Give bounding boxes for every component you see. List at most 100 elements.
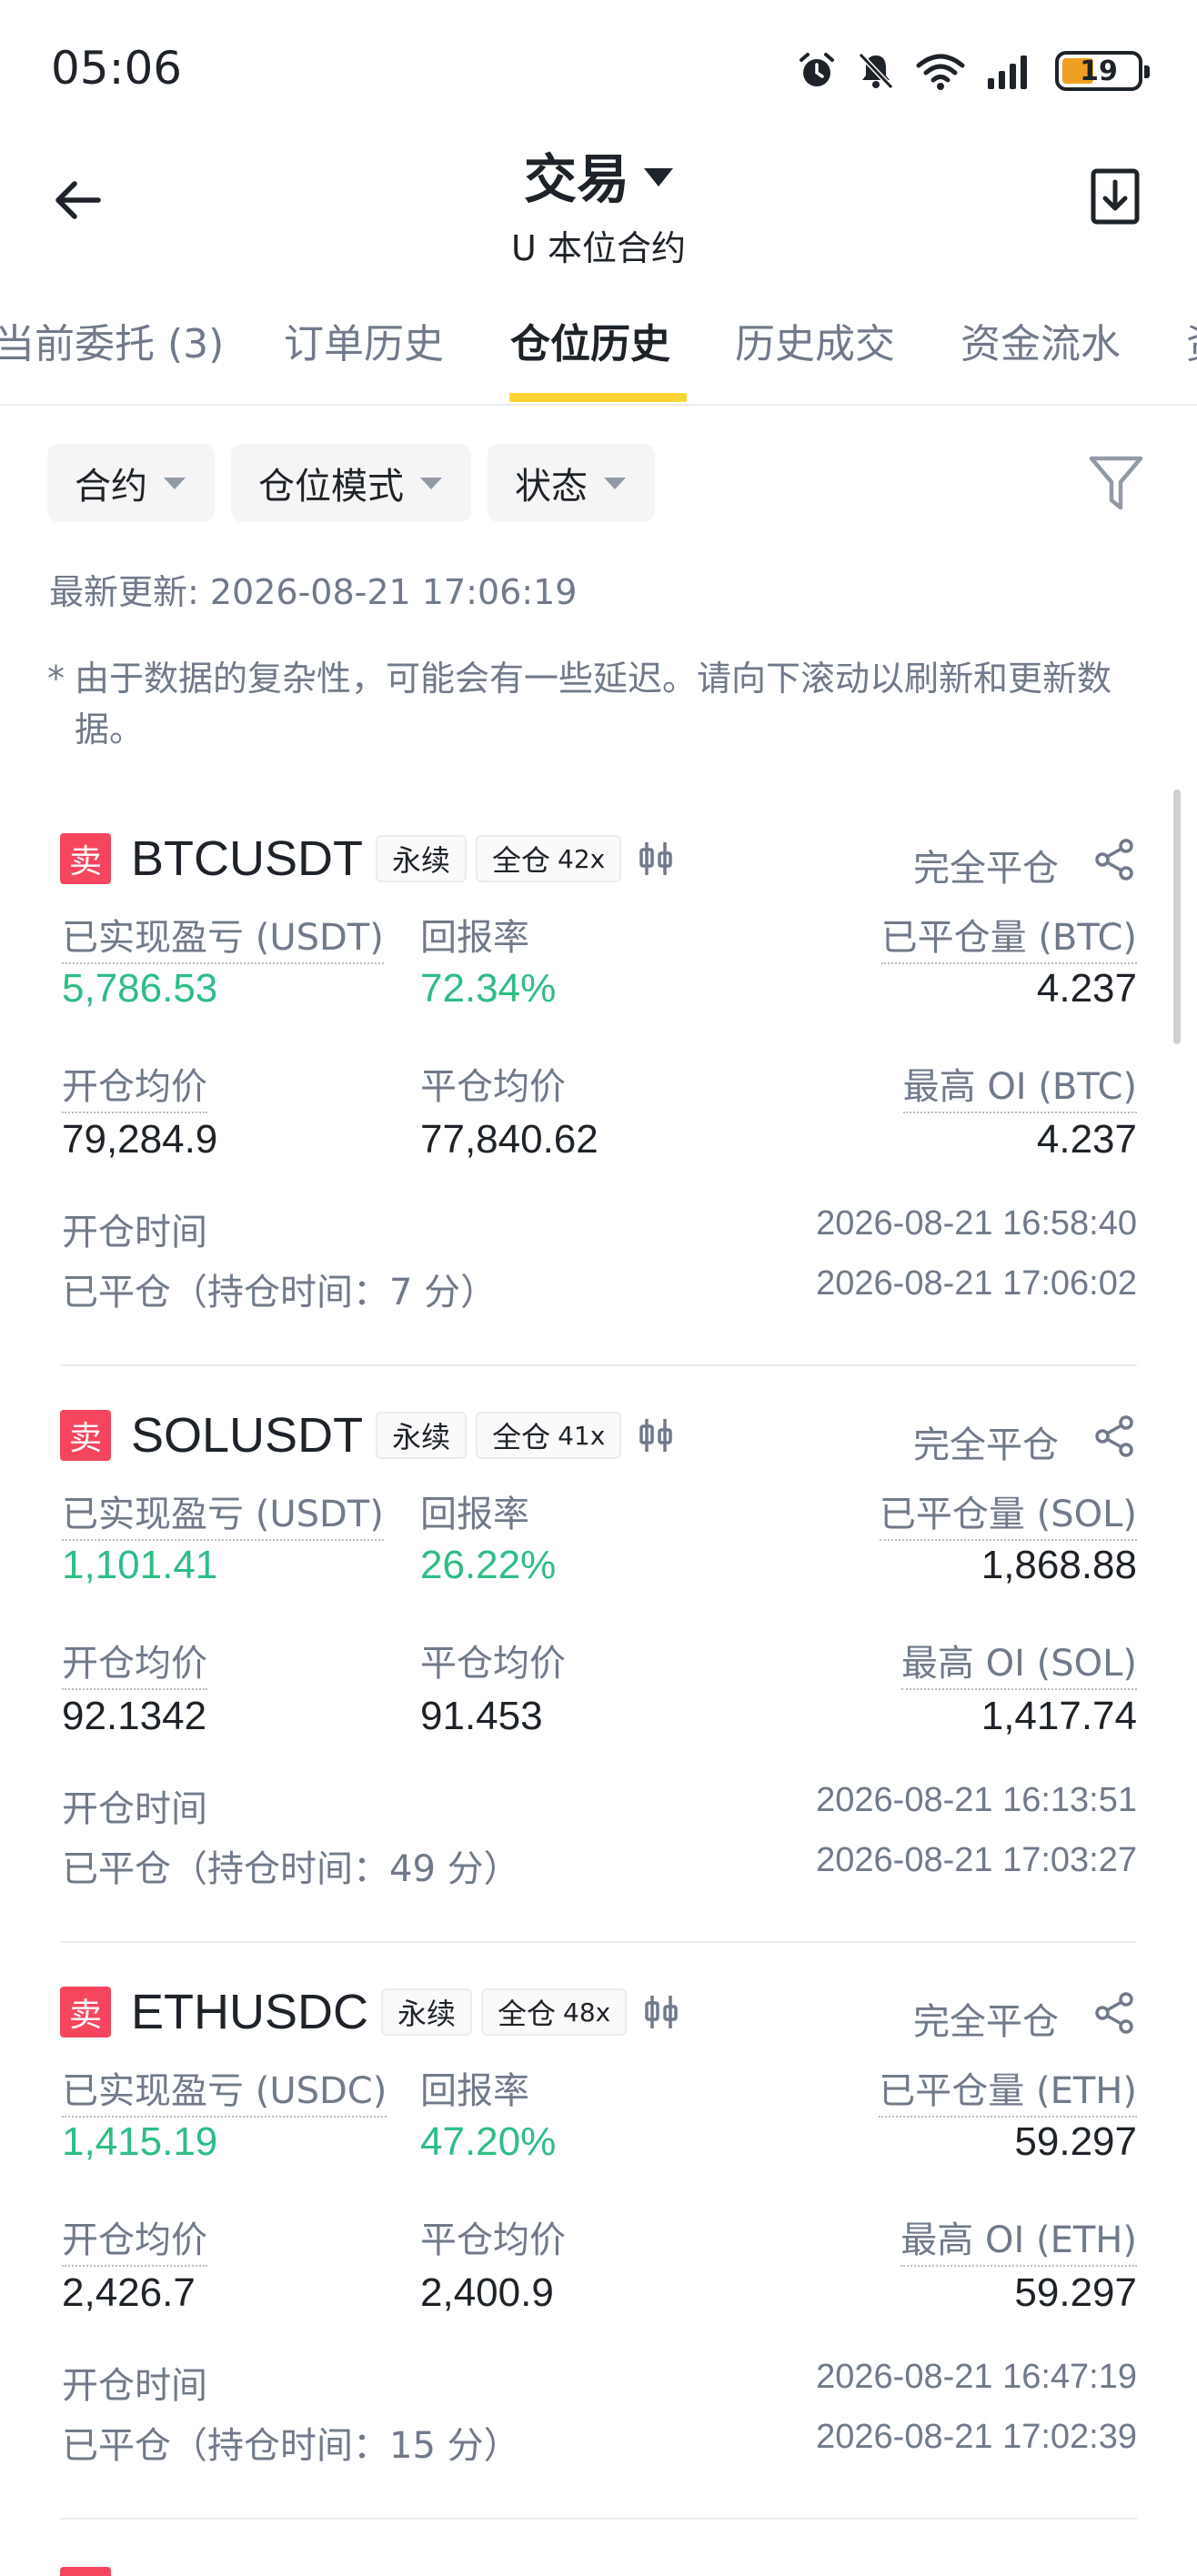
leverage: 48x	[563, 1997, 611, 2028]
closed-duration-label: 已平仓（持仓时间：49 分）	[62, 1848, 520, 1890]
max-oi-value: 1,417.74	[981, 1694, 1137, 1738]
share-icon[interactable]	[1091, 1414, 1137, 1459]
avg-close-price-label: 平仓均价	[420, 1066, 566, 1108]
roi-value: 47.20%	[420, 2119, 557, 2164]
position-status: 完全平仓	[913, 2001, 1059, 2043]
battery-tip	[1144, 65, 1150, 78]
header-title-block[interactable]: 交易 U 本位合约	[0, 136, 1197, 270]
avg-close-price-label: 平仓均价	[420, 2219, 566, 2261]
margin-mode: 全仓	[492, 1420, 551, 1454]
download-icon[interactable]	[1090, 167, 1141, 226]
position-status: 完全平仓	[913, 848, 1059, 890]
roi-label: 回报率	[420, 917, 529, 959]
scrollbar[interactable]	[1173, 790, 1181, 1044]
status-time: 05:06	[51, 42, 183, 95]
closed-duration-label: 已平仓（持仓时间：15 分）	[62, 2425, 520, 2467]
avg-open-price-label[interactable]: 开仓均价	[62, 1057, 207, 1113]
mute-icon	[858, 52, 894, 90]
battery-percent: 19	[1080, 55, 1118, 87]
side-badge: 卖	[60, 1410, 111, 1461]
realized-pnl-value: 1,415.19	[62, 2119, 218, 2164]
tab-open-orders[interactable]: 当前委托 (3)	[0, 311, 224, 369]
symbol: BTCUSDT	[131, 831, 363, 886]
filter-funnel-icon[interactable]	[1088, 453, 1144, 513]
share-icon[interactable]	[1091, 837, 1137, 882]
avg-open-price-value: 2,426.7	[62, 2270, 196, 2315]
signal-icon	[988, 55, 1027, 89]
closed-duration-label: 已平仓（持仓时间：7 分）	[62, 1272, 498, 1313]
symbol: SOLUSDT	[131, 1408, 364, 1463]
alarm-icon	[800, 53, 834, 86]
close-time-value: 2026-08-21 17:03:27	[816, 1841, 1137, 1879]
realized-pnl-label[interactable]: 已实现盈亏 (USDC)	[62, 2061, 387, 2118]
battery-icon: 19	[1055, 51, 1150, 91]
margin-leverage-tag: 全仓 48x	[481, 1988, 628, 2036]
position-card[interactable]: 卖 ETHUSDC 永续 全仓 48x 完全平仓 已实现盈亏 (USDC) 1,4…	[60, 1943, 1137, 2520]
max-oi-value: 59.297	[1014, 2270, 1137, 2315]
candlestick-chart-icon[interactable]	[641, 1992, 681, 2032]
contract-type-tag: 永续	[381, 1988, 473, 2036]
avg-open-price-label[interactable]: 开仓均价	[62, 2210, 207, 2267]
position-card[interactable]: 卖 SOLUSDT 永续 全仓 41x 完全平仓 已实现盈亏 (USDT) 1,1…	[60, 1366, 1137, 1943]
leverage: 41x	[558, 1420, 606, 1451]
tab-more[interactable]: 资	[1186, 311, 1197, 369]
tab-order-history[interactable]: 订单历史	[284, 311, 444, 369]
caret-down-icon	[164, 477, 186, 489]
closed-qty-label[interactable]: 已平仓量 (BTC)	[880, 908, 1137, 964]
side-badge	[60, 2567, 111, 2576]
avg-open-price-value: 92.1342	[62, 1694, 207, 1738]
max-oi-value: 4.237	[1036, 1117, 1137, 1162]
closed-qty-label[interactable]: 已平仓量 (ETH)	[879, 2061, 1137, 2118]
page-title: 交易	[523, 148, 629, 210]
contract-type-tag: 永续	[376, 1412, 468, 1459]
realized-pnl-label[interactable]: 已实现盈亏 (USDT)	[62, 908, 384, 964]
card-header: 卖 BTCUSDT 永续 全仓 42x	[60, 831, 676, 886]
close-time-value: 2026-08-21 17:02:39	[816, 2418, 1137, 2456]
avg-close-price-value: 91.453	[420, 1694, 543, 1738]
closed-qty-value: 1,868.88	[981, 1543, 1137, 1587]
tab-transactions[interactable]: 资金流水	[961, 311, 1121, 369]
max-oi-label[interactable]: 最高 OI (SOL)	[900, 1634, 1137, 1690]
position-mode-filter[interactable]: 仓位模式	[231, 444, 471, 522]
active-tab-indicator	[509, 393, 687, 402]
position-card[interactable]: 卖 BTCUSDT 永续 全仓 42x 完全平仓 已实现盈亏 (USDT) 5,7…	[60, 790, 1137, 1366]
side-badge: 卖	[60, 833, 111, 884]
position-mode-filter-label: 仓位模式	[258, 466, 404, 508]
caret-down-icon	[420, 477, 442, 489]
last-updated: 最新更新: 2026-08-21 17:06:19	[49, 572, 578, 612]
next-position-card-peek[interactable]	[60, 2554, 1137, 2576]
card-header: 卖 SOLUSDT 永续 全仓 41x	[60, 1408, 676, 1463]
title-dropdown[interactable]: 交易	[524, 136, 673, 213]
candlestick-chart-icon[interactable]	[636, 839, 676, 879]
position-status: 完全平仓	[913, 1424, 1059, 1466]
open-time-value: 2026-08-21 16:47:19	[816, 2358, 1137, 2396]
margin-mode: 全仓	[492, 843, 551, 878]
closed-qty-label[interactable]: 已平仓量 (SOL)	[879, 1484, 1137, 1541]
avg-open-price-label[interactable]: 开仓均价	[62, 1634, 207, 1690]
realized-pnl-value: 1,101.41	[62, 1543, 218, 1587]
leverage: 42x	[558, 843, 606, 874]
open-time-label: 开仓时间	[62, 1788, 207, 1830]
card-header: 卖 ETHUSDC 永续 全仓 48x	[60, 1985, 681, 2039]
wifi-icon	[916, 54, 965, 90]
status-filter-label: 状态	[515, 466, 588, 508]
open-time-value: 2026-08-21 16:13:51	[816, 1781, 1137, 1819]
max-oi-label[interactable]: 最高 OI (ETH)	[900, 2210, 1137, 2267]
tab-trade-history[interactable]: 历史成交	[735, 311, 895, 369]
roi-value: 72.34%	[420, 966, 557, 1011]
realized-pnl-label[interactable]: 已实现盈亏 (USDT)	[62, 1484, 384, 1541]
avg-close-price-value: 2,400.9	[420, 2270, 554, 2315]
margin-leverage-tag: 全仓 42x	[476, 835, 622, 882]
symbol: ETHUSDC	[131, 1985, 369, 2039]
candlestick-chart-icon[interactable]	[636, 1415, 676, 1455]
open-time-label: 开仓时间	[62, 2365, 207, 2407]
closed-qty-value: 4.237	[1036, 966, 1137, 1011]
max-oi-label[interactable]: 最高 OI (BTC)	[902, 1057, 1137, 1113]
contract-filter[interactable]: 合约	[47, 444, 215, 522]
status-filter[interactable]: 状态	[488, 444, 655, 522]
share-icon[interactable]	[1091, 1990, 1137, 2036]
header: 交易 U 本位合约	[0, 136, 1197, 273]
page-subtitle: U 本位合约	[511, 228, 686, 268]
tab-position-history[interactable]: 仓位历史	[510, 311, 670, 369]
tab-bar: 当前委托 (3) 订单历史 仓位历史 历史成交 资金流水 资	[0, 291, 1197, 406]
